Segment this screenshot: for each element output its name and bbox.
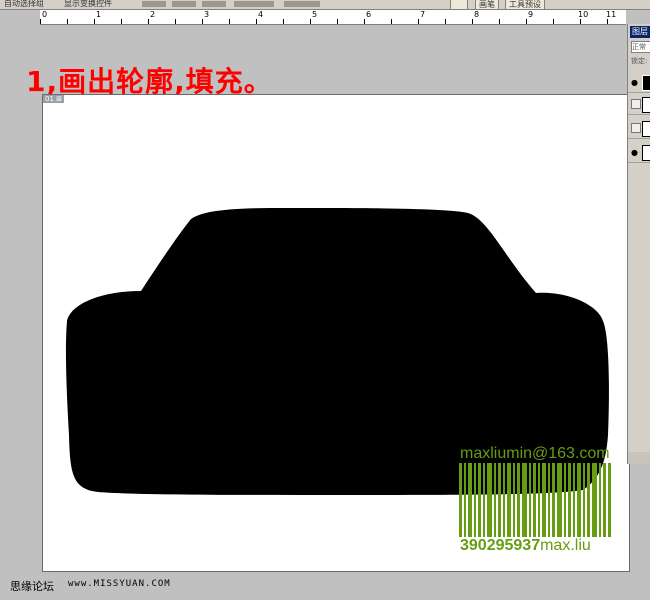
auto-select-checkbox-label[interactable]: 自动选择组 xyxy=(4,0,44,9)
lock-label: 锁定: xyxy=(631,57,648,65)
watermark-number: 390295937 xyxy=(460,537,541,554)
ruler-mark: 4 xyxy=(258,10,264,19)
ruler-mark: 11 xyxy=(606,10,617,19)
ruler-mark: 3 xyxy=(204,10,210,19)
tab-tool-presets[interactable]: 工具预设 xyxy=(505,0,545,9)
tab-brushes[interactable]: 画笔 xyxy=(475,0,499,9)
options-bar: 自动选择组 显示变换控件 画笔 工具预设 xyxy=(0,0,650,10)
document-canvas[interactable]: 01 ⊠ maxliumin@163.com 390295937max.liu xyxy=(42,94,630,572)
watermark-name: max.liu xyxy=(540,537,591,554)
layers-panel-footer-icons[interactable] xyxy=(628,452,650,464)
ruler-mark: 9 xyxy=(528,10,534,19)
blend-mode-select[interactable]: 正常 xyxy=(631,41,650,53)
ruler-mark: 5 xyxy=(312,10,318,19)
eye-icon[interactable]: ● xyxy=(631,148,638,157)
distribute-icons-2[interactable] xyxy=(234,1,274,7)
layer-thumbnail xyxy=(642,97,650,113)
visibility-toggle[interactable] xyxy=(631,123,641,133)
ruler-mark: 7 xyxy=(420,10,426,19)
eye-icon[interactable]: ● xyxy=(631,78,638,87)
layer-row[interactable] xyxy=(628,94,650,115)
visibility-toggle[interactable] xyxy=(631,99,641,109)
ruler-mark: 8 xyxy=(474,10,480,19)
layers-panel-title[interactable]: 图层 xyxy=(630,26,650,38)
layer-row[interactable] xyxy=(628,118,650,139)
footer-site-name: 思缘论坛 xyxy=(10,580,54,593)
layer-thumbnail xyxy=(642,75,650,91)
align-icons[interactable] xyxy=(142,1,166,7)
horizontal-ruler: 0 1 2 3 4 5 6 7 8 9 10 11 xyxy=(40,10,626,25)
ruler-mark: 10 xyxy=(578,10,589,19)
ruler-mark: 1 xyxy=(96,10,102,19)
layer-row[interactable]: ● xyxy=(628,142,650,163)
panel-tab-icon[interactable] xyxy=(450,0,468,9)
layer-row[interactable]: ● xyxy=(628,72,650,93)
watermark-email: maxliumin@163.com xyxy=(460,445,610,462)
ruler-mark: 2 xyxy=(150,10,156,19)
watermark-barcode xyxy=(459,463,611,537)
layers-panel: 图层 正常 锁定: ● ● xyxy=(627,24,650,464)
distribute-icons[interactable] xyxy=(202,1,226,7)
ruler-mark: 0 xyxy=(42,10,48,19)
layer-thumbnail xyxy=(642,145,650,161)
align-icons-2[interactable] xyxy=(172,1,196,7)
layer-thumbnail xyxy=(642,121,650,137)
footer: 思缘论坛 www.MISSYUAN.COM xyxy=(0,576,650,600)
footer-site-url: www.MISSYUAN.COM xyxy=(68,579,171,589)
show-transform-checkbox-label[interactable]: 显示变换控件 xyxy=(64,0,112,9)
ruler-mark: 6 xyxy=(366,10,372,19)
distribute-icons-3[interactable] xyxy=(284,1,320,7)
watermark-code: 390295937max.liu xyxy=(460,537,591,555)
